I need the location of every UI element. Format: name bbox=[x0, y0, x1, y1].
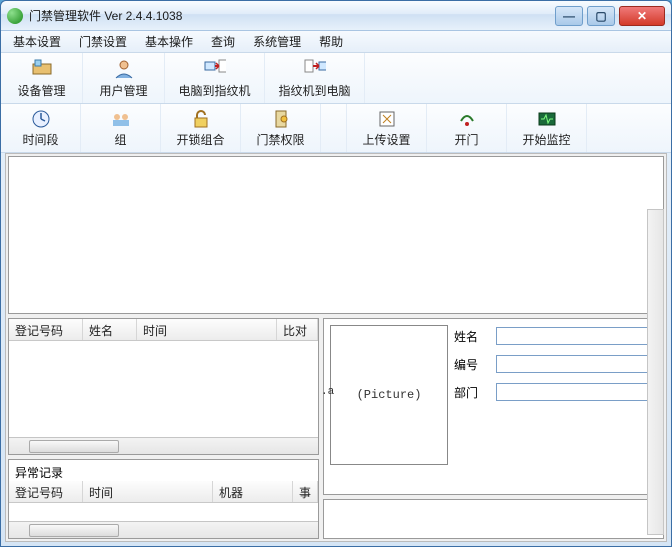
upload-settings-label: 上传设置 bbox=[362, 131, 410, 148]
window-controls: — ▢ ✕ bbox=[555, 6, 665, 26]
user-icon bbox=[113, 58, 135, 80]
scroll-thumb[interactable] bbox=[29, 524, 119, 537]
user-mgmt-button[interactable]: 用户管理 bbox=[83, 53, 165, 103]
detail-lower-panel bbox=[323, 499, 664, 539]
menu-system[interactable]: 系统管理 bbox=[245, 31, 309, 52]
menubar: 基本设置 门禁设置 基本操作 查询 系统管理 帮助 bbox=[1, 31, 671, 53]
open-icon bbox=[456, 108, 478, 129]
exception-panel: 异常记录 登记号码 时间 机器 事件 bbox=[8, 459, 319, 539]
device-mgmt-label: 设备管理 bbox=[17, 82, 65, 99]
col2-time[interactable]: 时间 bbox=[83, 481, 213, 502]
timeperiod-label: 时间段 bbox=[22, 131, 58, 148]
pc-to-fp-button[interactable]: 电脑到指纹机 bbox=[165, 53, 265, 103]
clock-icon bbox=[30, 108, 52, 129]
picture-box: .a (Picture) bbox=[330, 325, 448, 465]
fp-to-pc-label: 指纹机到电脑 bbox=[278, 82, 350, 99]
id-input[interactable] bbox=[496, 355, 657, 373]
log-grid-body[interactable] bbox=[9, 341, 318, 437]
app-icon bbox=[7, 8, 23, 24]
log-grid-panel: 登记号码 姓名 时间 比对方式 bbox=[8, 318, 319, 455]
user-mgmt-label: 用户管理 bbox=[99, 82, 147, 99]
exception-title: 异常记录 bbox=[9, 460, 318, 481]
pc2fp-icon bbox=[204, 58, 226, 80]
start-monitor-button[interactable]: 开始监控 bbox=[507, 104, 587, 152]
detail-fields: 姓名 编号 部门 bbox=[454, 325, 657, 488]
field-dept-label: 部门 bbox=[454, 384, 488, 401]
right-column: .a (Picture) 姓名 编号 部门 bbox=[323, 318, 664, 539]
a-hint: .a bbox=[321, 386, 334, 398]
log-grid-header: 登记号码 姓名 时间 比对方式 bbox=[9, 319, 318, 341]
menu-query[interactable]: 查询 bbox=[203, 31, 243, 52]
acl-button[interactable]: 门禁权限 bbox=[241, 104, 321, 152]
timeperiod-button[interactable]: 时间段 bbox=[1, 104, 81, 152]
content-area: 登记号码 姓名 时间 比对方式 异常记录 登记号码 时间 机器 事件 bbox=[5, 153, 667, 542]
exception-grid-hscroll[interactable] bbox=[9, 521, 318, 538]
upload-settings-button[interactable]: 上传设置 bbox=[347, 104, 427, 152]
toolbar-secondary: 时间段 组 开锁组合 门禁权限 上传设置 开门 开始监控 bbox=[1, 104, 671, 153]
titlebar[interactable]: 门禁管理软件 Ver 2.4.4.1038 — ▢ ✕ bbox=[1, 1, 671, 31]
exception-grid-body[interactable] bbox=[9, 503, 318, 521]
group-label: 组 bbox=[114, 131, 126, 148]
acl-label: 门禁权限 bbox=[256, 131, 304, 148]
start-monitor-label: 开始监控 bbox=[522, 131, 570, 148]
field-name-row: 姓名 bbox=[454, 327, 657, 345]
pc-to-fp-label: 电脑到指纹机 bbox=[178, 82, 250, 99]
upper-panel bbox=[8, 156, 664, 314]
unlock-combo-label: 开锁组合 bbox=[176, 131, 224, 148]
acl-icon bbox=[270, 108, 292, 129]
col-reg-no[interactable]: 登记号码 bbox=[9, 319, 83, 340]
toolbar-primary: 设备管理 用户管理 电脑到指纹机 指纹机到电脑 bbox=[1, 53, 671, 104]
open-door-button[interactable]: 开门 bbox=[427, 104, 507, 152]
device-icon bbox=[31, 58, 53, 80]
detail-panel: .a (Picture) 姓名 编号 部门 bbox=[323, 318, 664, 495]
left-column: 登记号码 姓名 时间 比对方式 异常记录 登记号码 时间 机器 事件 bbox=[8, 318, 319, 539]
menu-basic-ops[interactable]: 基本操作 bbox=[137, 31, 201, 52]
scroll-thumb[interactable] bbox=[29, 440, 119, 453]
exception-grid-header: 登记号码 时间 机器 事件 bbox=[9, 481, 318, 503]
window-title: 门禁管理软件 Ver 2.4.4.1038 bbox=[29, 7, 555, 24]
col2-machine[interactable]: 机器 bbox=[213, 481, 293, 502]
field-id-row: 编号 bbox=[454, 355, 657, 373]
group-button[interactable]: 组 bbox=[81, 104, 161, 152]
dept-input[interactable] bbox=[496, 383, 657, 401]
close-button[interactable]: ✕ bbox=[619, 6, 665, 26]
name-input[interactable] bbox=[496, 327, 657, 345]
minimize-button[interactable]: — bbox=[555, 6, 583, 26]
lower-area: 登记号码 姓名 时间 比对方式 异常记录 登记号码 时间 机器 事件 bbox=[8, 318, 664, 539]
picture-placeholder: (Picture) bbox=[357, 388, 422, 402]
col-compare[interactable]: 比对方式 bbox=[277, 319, 318, 340]
col2-reg-no[interactable]: 登记号码 bbox=[9, 481, 83, 502]
field-name-label: 姓名 bbox=[454, 328, 488, 345]
menu-basic-settings[interactable]: 基本设置 bbox=[5, 31, 69, 52]
log-grid-hscroll[interactable] bbox=[9, 437, 318, 454]
menu-access-settings[interactable]: 门禁设置 bbox=[71, 31, 135, 52]
group-icon bbox=[110, 108, 132, 129]
app-window: 门禁管理软件 Ver 2.4.4.1038 — ▢ ✕ 基本设置 门禁设置 基本… bbox=[0, 0, 672, 547]
content-vscroll[interactable] bbox=[647, 209, 664, 535]
field-id-label: 编号 bbox=[454, 356, 488, 373]
col2-event[interactable]: 事件 bbox=[293, 481, 318, 502]
device-mgmt-button[interactable]: 设备管理 bbox=[1, 53, 83, 103]
fp-to-pc-button[interactable]: 指纹机到电脑 bbox=[265, 53, 365, 103]
col-time[interactable]: 时间 bbox=[137, 319, 277, 340]
maximize-button[interactable]: ▢ bbox=[587, 6, 615, 26]
unlock-combo-button[interactable]: 开锁组合 bbox=[161, 104, 241, 152]
fp2pc-icon bbox=[304, 58, 326, 80]
toolbar-separator bbox=[321, 104, 347, 152]
col-name[interactable]: 姓名 bbox=[83, 319, 137, 340]
field-dept-row: 部门 bbox=[454, 383, 657, 401]
monitor-icon bbox=[536, 108, 558, 129]
unlock-icon bbox=[190, 108, 212, 129]
menu-help[interactable]: 帮助 bbox=[311, 31, 351, 52]
upload-icon bbox=[376, 108, 398, 129]
open-door-label: 开门 bbox=[454, 131, 478, 148]
